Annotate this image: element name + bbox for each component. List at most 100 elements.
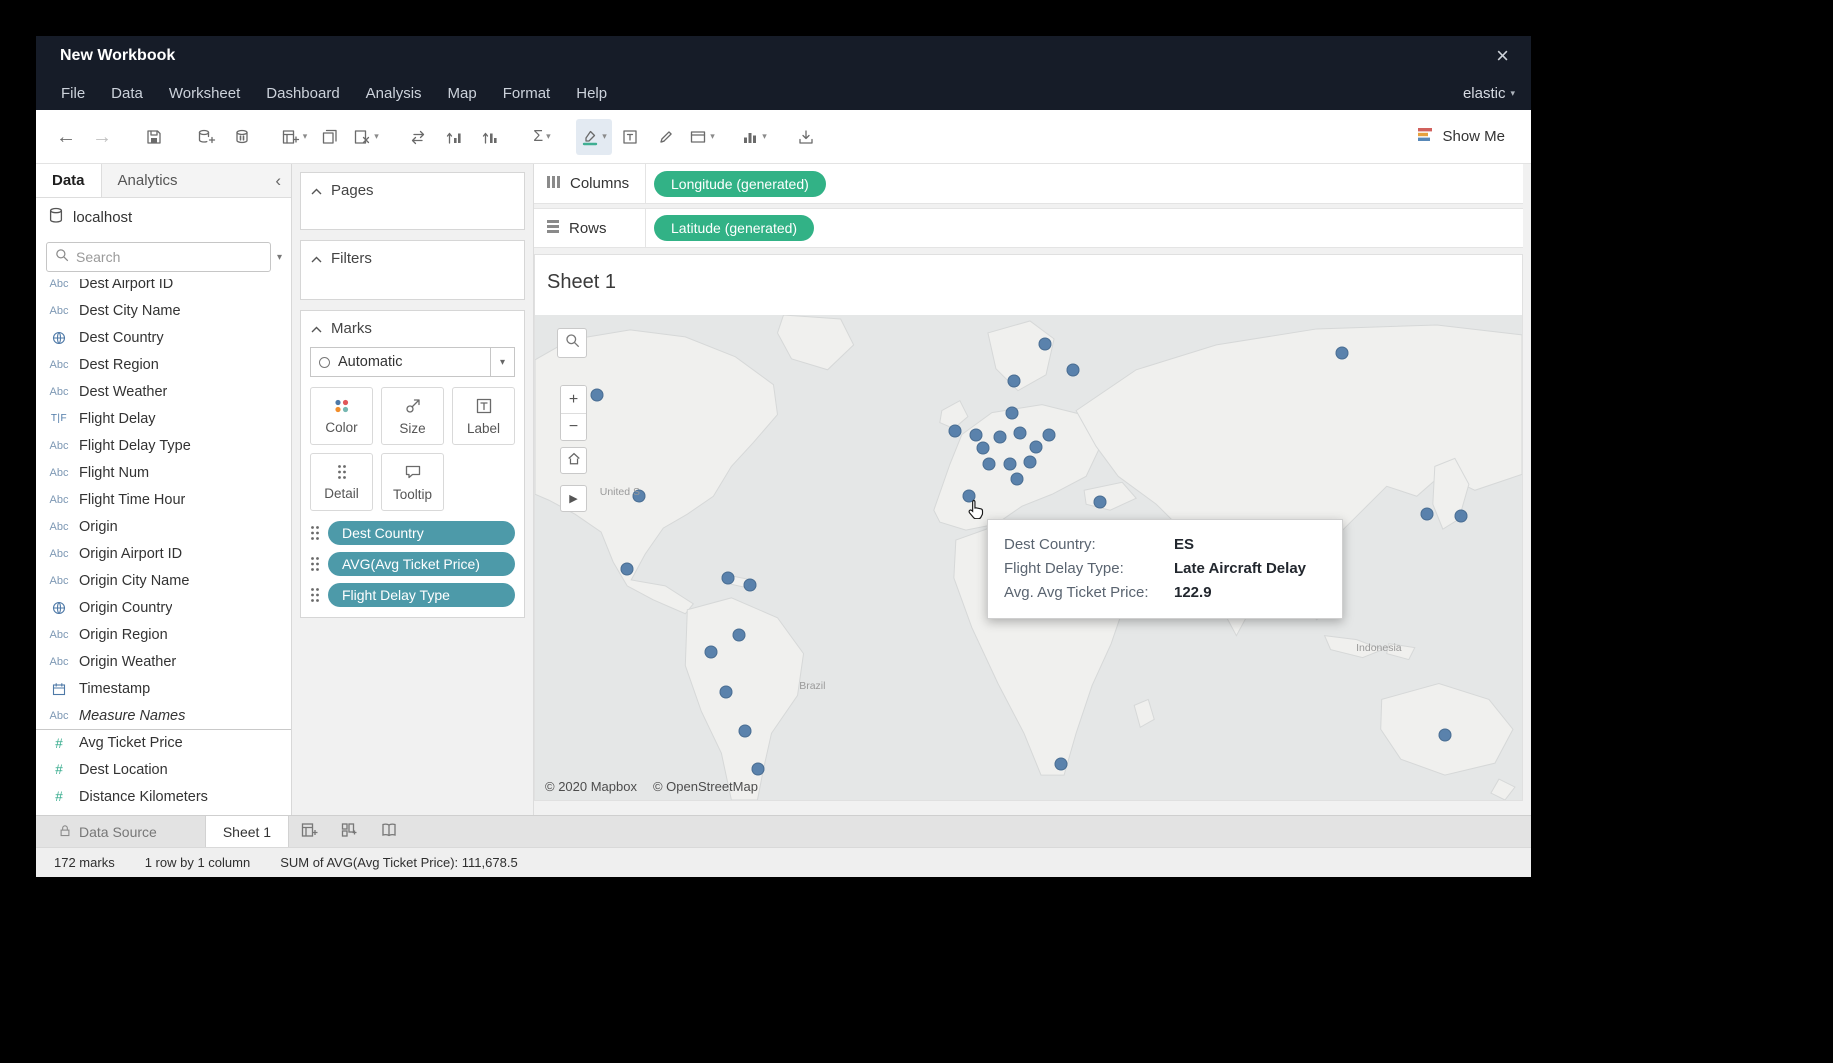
undo-button[interactable]: ← (48, 119, 84, 155)
map-mark[interactable] (722, 571, 735, 584)
field-dest-country[interactable]: Dest Country (36, 324, 291, 351)
filters-card-header[interactable]: Filters (301, 241, 524, 275)
pill-flight-delay-type[interactable]: Flight Delay Type (328, 583, 515, 607)
map-mark[interactable] (983, 458, 996, 471)
map-mark[interactable] (1066, 363, 1079, 376)
fit-button[interactable]: ▾ (684, 119, 720, 155)
map-mark[interactable] (1421, 508, 1434, 521)
map-mark[interactable] (1454, 510, 1467, 523)
field-flight-delay-type[interactable]: AbcFlight Delay Type (36, 432, 291, 459)
field-origin-city-name[interactable]: AbcOrigin City Name (36, 567, 291, 594)
new-worksheet-button[interactable]: ▾ (276, 119, 312, 155)
field-flight-time-hour[interactable]: AbcFlight Time Hour (36, 486, 291, 513)
mark-size-button[interactable]: Size (381, 387, 444, 445)
pause-auto-updates-button[interactable] (224, 119, 260, 155)
field-measure-names[interactable]: AbcMeasure Names (36, 702, 291, 729)
highlight-button[interactable]: ▾ (576, 119, 612, 155)
map-mark[interactable] (949, 425, 962, 438)
search-input[interactable] (76, 249, 262, 265)
map-mark[interactable] (1003, 458, 1016, 471)
duplicate-sheet-button[interactable] (312, 119, 348, 155)
map-search-button[interactable] (557, 328, 587, 358)
field-timestamp[interactable]: Timestamp (36, 675, 291, 702)
map-mark[interactable] (1030, 440, 1043, 453)
user-menu[interactable]: elastic ▾ (1463, 85, 1515, 102)
field-dest-location[interactable]: #Dest Location (36, 756, 291, 783)
data-source-tab[interactable]: Data Source (46, 816, 169, 847)
menu-data[interactable]: Data (98, 76, 156, 110)
pill-dest-country[interactable]: Dest Country (328, 521, 515, 545)
pill-longitude[interactable]: Longitude (generated) (654, 171, 826, 197)
menu-format[interactable]: Format (490, 76, 564, 110)
map-mark[interactable] (591, 388, 604, 401)
mark-label-button[interactable]: Label (452, 387, 515, 445)
clear-sheet-button[interactable]: ▾ (348, 119, 384, 155)
mark-type-dropdown[interactable]: Automatic ▾ (310, 347, 515, 377)
zoom-in-button[interactable]: + (561, 386, 586, 413)
map-mark[interactable] (704, 645, 717, 658)
close-icon[interactable]: × (1492, 45, 1513, 67)
map-mark[interactable] (1055, 758, 1068, 771)
field-dest-region[interactable]: AbcDest Region (36, 351, 291, 378)
map-mark[interactable] (1005, 407, 1018, 420)
map-mark[interactable] (1043, 429, 1056, 442)
field-origin-airport-id[interactable]: AbcOrigin Airport ID (36, 540, 291, 567)
pages-card-header[interactable]: Pages (301, 173, 524, 207)
data-connection[interactable]: localhost (36, 198, 291, 236)
mark-color-button[interactable]: Color (310, 387, 373, 445)
new-dashboard-button[interactable] (329, 816, 369, 847)
map-mark[interactable] (1439, 729, 1452, 742)
field-dest-airport-id[interactable]: AbcDest Airport ID (36, 279, 291, 297)
map-mark[interactable] (1039, 338, 1052, 351)
show-hide-cards-button[interactable]: ▾ (736, 119, 772, 155)
map-home-button[interactable] (560, 447, 587, 474)
sort-ascending-button[interactable] (436, 119, 472, 155)
tab-data[interactable]: Data (36, 164, 102, 197)
map-mark[interactable] (970, 429, 983, 442)
totals-button[interactable]: Σ▾ (524, 119, 560, 155)
chevron-down-icon[interactable]: ▾ (490, 348, 514, 376)
field-origin-country[interactable]: Origin Country (36, 594, 291, 621)
presentation-mode-button[interactable] (788, 119, 824, 155)
field-distance-kilometers[interactable]: #Distance Kilometers (36, 783, 291, 810)
sheet-tab-sheet1[interactable]: Sheet 1 (205, 816, 289, 847)
menu-help[interactable]: Help (563, 76, 620, 110)
map-mark[interactable] (1010, 473, 1023, 486)
map-mark[interactable] (993, 430, 1006, 443)
map-mark[interactable] (1007, 374, 1020, 387)
new-worksheet-tab-button[interactable] (289, 816, 329, 847)
map-mark[interactable] (1336, 346, 1349, 359)
redo-button[interactable]: → (84, 119, 120, 155)
map-mark[interactable] (1024, 456, 1037, 469)
map-mark[interactable] (720, 686, 733, 699)
map-mark[interactable] (977, 441, 990, 454)
map-mark[interactable] (1013, 427, 1026, 440)
field-flight-num[interactable]: AbcFlight Num (36, 459, 291, 486)
menu-worksheet[interactable]: Worksheet (156, 76, 253, 110)
sort-descending-button[interactable] (472, 119, 508, 155)
show-mark-labels-button[interactable] (612, 119, 648, 155)
menu-analysis[interactable]: Analysis (353, 76, 435, 110)
field-avg-ticket-price[interactable]: #Avg Ticket Price (36, 729, 291, 756)
field-dest-city-name[interactable]: AbcDest City Name (36, 297, 291, 324)
mark-tooltip-button[interactable]: Tooltip (381, 453, 444, 511)
map-mark[interactable] (744, 578, 757, 591)
pill-latitude[interactable]: Latitude (generated) (654, 215, 814, 241)
search-box[interactable] (46, 242, 271, 272)
swap-rows-columns-button[interactable] (400, 119, 436, 155)
pill-avg-avg-ticket-price[interactable]: AVG(Avg Ticket Price) (328, 552, 515, 576)
field-dest-weather[interactable]: AbcDest Weather (36, 378, 291, 405)
map-mark[interactable] (733, 628, 746, 641)
field-origin[interactable]: AbcOrigin (36, 513, 291, 540)
map-pan-button[interactable]: ▶ (560, 485, 587, 512)
show-me-button[interactable]: Show Me (1417, 127, 1505, 146)
marks-card-header[interactable]: Marks (301, 311, 524, 345)
mark-detail-button[interactable]: Detail (310, 453, 373, 511)
menu-file[interactable]: File (48, 76, 98, 110)
map-mark[interactable] (620, 563, 633, 576)
menu-map[interactable]: Map (435, 76, 490, 110)
map-mark[interactable] (752, 762, 765, 775)
field-origin-region[interactable]: AbcOrigin Region (36, 621, 291, 648)
collapse-pane-icon[interactable]: ‹ (265, 164, 291, 197)
field-origin-weather[interactable]: AbcOrigin Weather (36, 648, 291, 675)
